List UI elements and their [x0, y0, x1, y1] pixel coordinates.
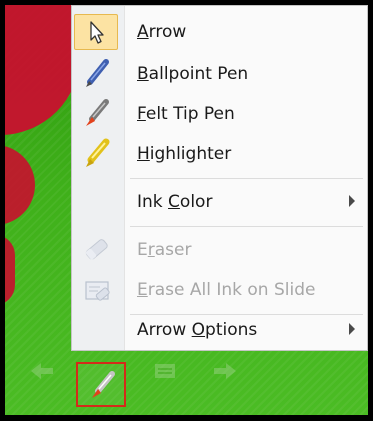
menu-item-label: Felt Tip Pen: [137, 104, 235, 124]
previous-slide-icon[interactable]: [27, 360, 57, 382]
menu-item-ballpoint-pen[interactable]: Ballpoint Pen: [72, 54, 367, 94]
slide-decoration-shape: [5, 5, 80, 135]
menu-item-label: Eraser: [137, 240, 192, 260]
submenu-arrow-icon: [349, 195, 355, 207]
menu-item-label: Arrow: [137, 22, 187, 42]
submenu-arrow-icon: [349, 323, 355, 335]
eraser-icon: [85, 239, 108, 260]
pen-toolbar-button[interactable]: [76, 362, 126, 407]
menu-item-arrow[interactable]: Arrow: [72, 12, 367, 52]
erase-all-ink-icon: [85, 281, 110, 301]
pen-context-menu: Arrow Ballpoint Pen Felt Tip Pen Highlig…: [71, 5, 368, 351]
ballpoint-pen-icon: [86, 59, 109, 87]
pen-icon: [92, 371, 115, 398]
menu-item-label: Erase All Ink on Slide: [137, 280, 316, 300]
highlighter-icon: [86, 138, 110, 167]
menu-item-label: Arrow Options: [137, 320, 258, 340]
felt-tip-pen-icon: [86, 99, 109, 126]
menu-icon[interactable]: [150, 360, 180, 382]
slide-decoration-shape: [5, 235, 15, 305]
menu-item-label: Highlighter: [137, 144, 232, 164]
next-slide-icon[interactable]: [210, 360, 240, 382]
menu-item-label: Ballpoint Pen: [137, 64, 249, 84]
menu-item-erase-all-ink[interactable]: Erase All Ink on Slide: [72, 270, 367, 310]
menu-item-ink-color[interactable]: Ink Color: [72, 182, 367, 222]
menu-item-highlighter[interactable]: Highlighter: [72, 134, 367, 174]
menu-separator: [130, 226, 363, 227]
menu-item-eraser[interactable]: Eraser: [72, 230, 367, 270]
menu-item-felt-tip-pen[interactable]: Felt Tip Pen: [72, 94, 367, 134]
slide-decoration-shape: [5, 145, 35, 225]
menu-separator: [130, 178, 363, 179]
menu-item-arrow-options[interactable]: Arrow Options: [72, 310, 367, 350]
arrow-pointer-icon: [90, 21, 104, 44]
menu-item-label: Ink Color: [137, 192, 213, 212]
slideshow-toolbar: [5, 352, 368, 415]
